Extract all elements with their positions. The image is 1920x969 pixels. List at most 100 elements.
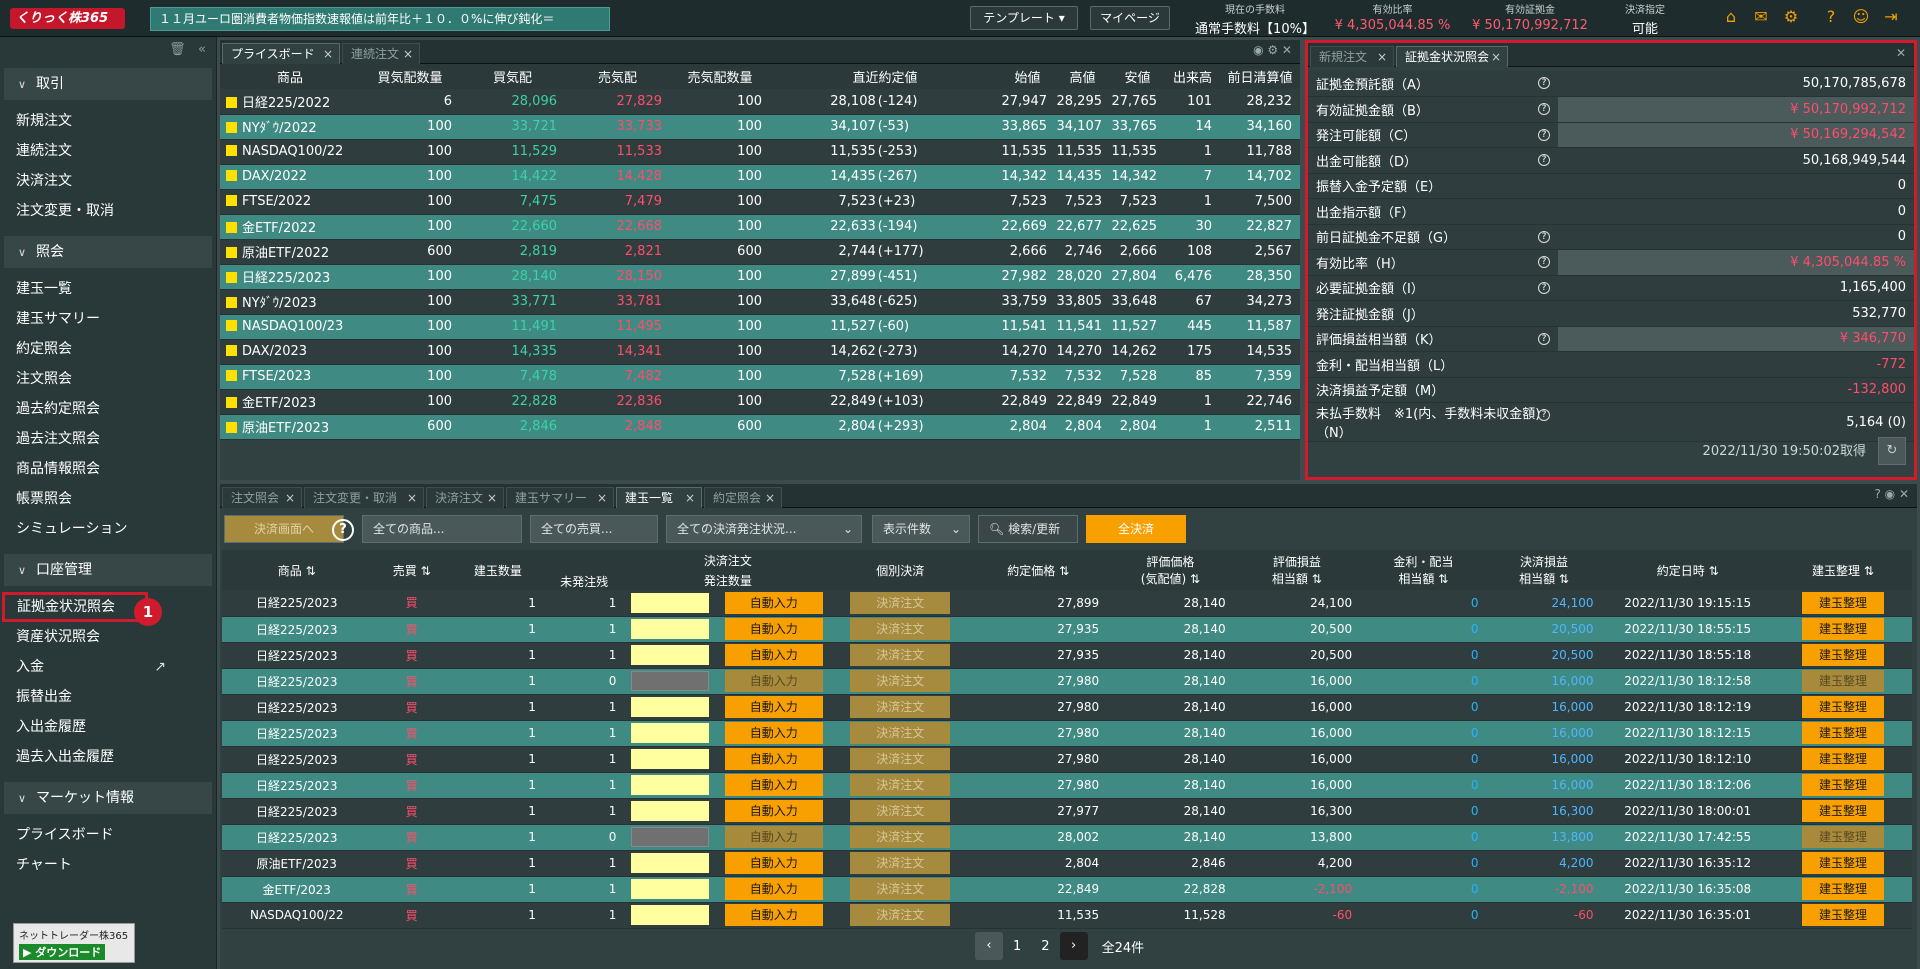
- manage-position-button[interactable]: 建玉整理: [1801, 904, 1884, 926]
- order-qty-cell[interactable]: [624, 746, 717, 773]
- tab-positions[interactable]: 建玉一覧 ×: [616, 487, 702, 508]
- order-qty-input[interactable]: [631, 671, 710, 691]
- close-order-button[interactable]: 決済注文: [850, 618, 951, 640]
- tab-margin-status[interactable]: 証拠金状況照会 ×: [1396, 46, 1508, 67]
- sidebar-item[interactable]: 振替出金: [0, 682, 216, 712]
- collapse-icon[interactable]: «: [198, 42, 206, 57]
- close-order-button[interactable]: 決済注文: [850, 644, 951, 666]
- help-icon[interactable]: ?: [1538, 230, 1550, 243]
- table-row[interactable]: 日経225/2023 買 1 1 自動入力 決済注文 27,977 28,140 16,300 0…: [222, 798, 1912, 825]
- order-qty-input[interactable]: [631, 905, 710, 925]
- sidebar-section[interactable]: ∨ 取引: [4, 68, 212, 100]
- auto-input-button[interactable]: 自動入力: [724, 826, 823, 848]
- col-interest[interactable]: 金利・配当 相当額 ⇅: [1360, 550, 1487, 590]
- sidebar-item[interactable]: 注文変更・取消: [0, 196, 216, 226]
- order-qty-cell[interactable]: [624, 590, 717, 617]
- manage-position-button[interactable]: 建玉整理: [1801, 748, 1884, 770]
- priceboard-row[interactable]: NYﾀﾞｳ/2022 100 33,721 33,733 100 34,107 (-53) 3…: [220, 114, 1300, 140]
- auto-input-button[interactable]: 自動入力: [724, 904, 823, 926]
- sidebar-item[interactable]: 入出金履歴: [0, 712, 216, 742]
- order-qty-cell[interactable]: [624, 642, 717, 669]
- col-settle-pl[interactable]: 決済損益 相当額 ⇅: [1486, 550, 1602, 590]
- order-qty-cell[interactable]: [624, 616, 717, 643]
- manage-position-button[interactable]: 建玉整理: [1801, 722, 1884, 744]
- close-order-button[interactable]: 決済注文: [850, 670, 951, 692]
- close-icon[interactable]: ×: [403, 44, 413, 64]
- table-row[interactable]: 原油ETF/2023 買 1 1 自動入力 決済注文 2,804 2,846 4,200 0 4,2…: [222, 850, 1912, 877]
- tab-chain-order[interactable]: 連続注文 ×: [342, 43, 420, 64]
- close-icon[interactable]: ×: [765, 488, 775, 508]
- mypage-button[interactable]: マイページ: [1090, 6, 1170, 30]
- sidebar-item[interactable]: 建玉サマリー: [0, 304, 216, 334]
- sidebar-item[interactable]: 入金 ↗: [0, 652, 216, 682]
- priceboard-cell[interactable]: 11,491: [460, 314, 565, 340]
- tab-positions[interactable]: 注文変更・取消 ×: [304, 487, 424, 508]
- order-qty-input[interactable]: [631, 723, 710, 743]
- sidebar-section[interactable]: ∨ 照会: [4, 236, 212, 268]
- priceboard-cell[interactable]: 2,821: [565, 239, 670, 265]
- manage-position-button[interactable]: 建玉整理: [1801, 852, 1884, 874]
- table-row[interactable]: 金ETF/2023 買 1 1 自動入力 決済注文 22,849 22,828 -2,100 0-…: [222, 876, 1912, 903]
- tab-new-order[interactable]: 新規注文 ×: [1310, 46, 1394, 67]
- priceboard-cell[interactable]: 14,341: [565, 339, 670, 365]
- order-status-filter[interactable]: 全ての決済発注状況... ⌄: [666, 515, 862, 543]
- priceboard-cell[interactable]: 7,478: [460, 364, 565, 390]
- tab-positions[interactable]: 注文照会 ×: [222, 487, 302, 508]
- news-ticker[interactable]: １１月ユーロ圏消費者物価指数速報値は前年比＋１０．０%に伸び鈍化＝: [150, 7, 610, 31]
- sidebar-item[interactable]: プライスボード: [0, 820, 216, 850]
- priceboard-cell[interactable]: 22,668: [565, 214, 670, 240]
- manage-position-button[interactable]: 建玉整理: [1801, 618, 1884, 640]
- gear-icon[interactable]: ⚙: [1782, 8, 1800, 26]
- table-row[interactable]: 日経225/2023 買 1 1 自動入力 決済注文 27,899 28,140 24,100 0…: [222, 590, 1912, 617]
- priceboard-row[interactable]: 日経225/2022 6 28,096 27,829 100 28,108 (-124) 27…: [220, 89, 1300, 115]
- sidebar-item[interactable]: 過去注文照会: [0, 424, 216, 454]
- col-product[interactable]: 商品 ⇅: [222, 550, 372, 590]
- priceboard-cell[interactable]: 2,848: [565, 414, 670, 440]
- priceboard-row[interactable]: NYﾀﾞｳ/2023 100 33,771 33,781 100 33,648 (-625)…: [220, 289, 1300, 315]
- auto-input-button[interactable]: 自動入力: [724, 800, 823, 822]
- priceboard-cell[interactable]: 33,771: [460, 289, 565, 315]
- close-panel-icon[interactable]: ✕: [1896, 46, 1906, 60]
- sidebar-section[interactable]: ∨ 口座管理: [4, 554, 212, 586]
- trash-icon[interactable]: 🗑: [169, 42, 186, 57]
- order-qty-cell[interactable]: [624, 798, 717, 825]
- order-qty-input[interactable]: [631, 619, 710, 639]
- order-qty-cell[interactable]: [624, 824, 717, 851]
- close-order-button[interactable]: 決済注文: [850, 800, 951, 822]
- template-button[interactable]: テンプレート ▾: [970, 6, 1078, 30]
- user-icon[interactable]: ☺: [1852, 8, 1870, 26]
- order-qty-input[interactable]: [631, 697, 710, 717]
- priceboard-cell[interactable]: 22,836: [565, 389, 670, 415]
- manage-position-button[interactable]: 建玉整理: [1801, 878, 1884, 900]
- order-qty-cell[interactable]: [624, 850, 717, 877]
- all-close-button[interactable]: 全決済: [1086, 515, 1186, 543]
- table-row[interactable]: 日経225/2023 買 1 1 自動入力 決済注文 27,935 28,140 20,500 0…: [222, 616, 1912, 643]
- sidebar-item[interactable]: 過去入出金履歴: [0, 742, 216, 772]
- refresh-icon[interactable]: ↻: [1878, 437, 1906, 465]
- prev-page-button[interactable]: ‹: [975, 932, 1003, 960]
- close-order-button[interactable]: 決済注文: [850, 878, 951, 900]
- col-side[interactable]: 売買 ⇅: [371, 550, 452, 590]
- close-order-button[interactable]: 決済注文: [850, 696, 951, 718]
- priceboard-cell[interactable]: 33,721: [460, 114, 565, 140]
- close-icon[interactable]: ×: [487, 488, 497, 508]
- priceboard-row[interactable]: 金ETF/2022 100 22,660 22,668 100 22,633 (-194) 2…: [220, 214, 1300, 240]
- manage-position-button[interactable]: 建玉整理: [1801, 826, 1884, 848]
- close-order-button[interactable]: 決済注文: [850, 722, 951, 744]
- tab-priceboard[interactable]: プライスボード ×: [222, 43, 340, 64]
- priceboard-cell[interactable]: 27,829: [565, 89, 670, 115]
- help-icon[interactable]: ?: [1538, 281, 1550, 294]
- close-order-button[interactable]: 決済注文: [850, 852, 951, 874]
- close-icon[interactable]: ×: [323, 44, 333, 64]
- help-icon[interactable]: ?: [1538, 154, 1550, 166]
- table-row[interactable]: 日経225/2023 買 1 1 自動入力 決済注文 27,935 28,140 20,500 0…: [222, 642, 1912, 669]
- priceboard-cell[interactable]: 11,495: [565, 314, 670, 340]
- app-logo[interactable]: くりっく株365: [10, 8, 125, 29]
- close-icon[interactable]: ×: [407, 488, 417, 508]
- table-row[interactable]: 日経225/2023 買 1 0 自動入力 決済注文 27,980 28,140 16,000 0…: [222, 668, 1912, 695]
- tab-positions[interactable]: 建玉サマリー ×: [506, 487, 614, 508]
- priceboard-row[interactable]: 原油ETF/2022 600 2,819 2,821 600 2,744 (+177) 2,6…: [220, 239, 1300, 265]
- help-icon[interactable]: ?: [1538, 77, 1550, 89]
- col-date[interactable]: 約定日時 ⇅: [1601, 550, 1774, 590]
- sidebar-item[interactable]: 約定照会: [0, 334, 216, 364]
